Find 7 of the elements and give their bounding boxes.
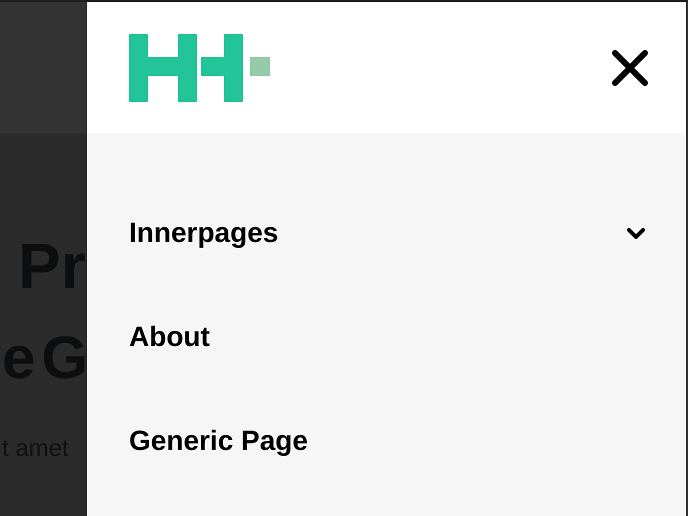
- close-icon: [611, 48, 649, 86]
- menu-item[interactable]: About: [129, 307, 646, 367]
- menu-item[interactable]: Innerpages: [129, 203, 646, 263]
- close-button[interactable]: [610, 48, 650, 88]
- logo-icon: [129, 34, 271, 102]
- chevron-down-icon: [626, 226, 646, 240]
- menu-item[interactable]: Generic Page: [129, 411, 646, 471]
